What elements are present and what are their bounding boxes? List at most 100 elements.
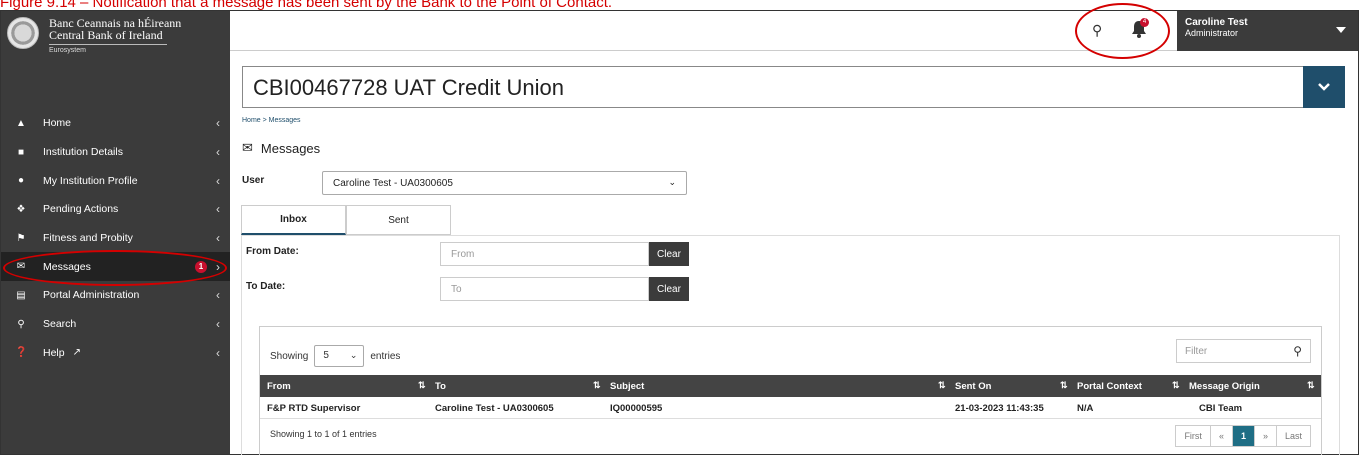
envelope-icon: ✉ (242, 140, 253, 155)
sidebar-item-fitness-and-probity[interactable]: ⚑ Fitness and Probity ‹ (1, 224, 230, 253)
entries-select[interactable]: 5 ⌄ (314, 345, 365, 367)
chevron-left-icon: ‹ (216, 288, 220, 303)
briefcase-icon: ■ (17, 146, 25, 158)
sidebar-item-label: Search (43, 318, 77, 331)
institution-name: CBI00467728 UAT Credit Union (253, 75, 565, 100)
sidebar: Banc Ceannais na hÉireann Central Bank o… (1, 11, 230, 454)
chevron-left-icon: ‹ (216, 231, 220, 246)
table-row[interactable]: F&P RTD Supervisor Caroline Test - UA030… (260, 397, 1321, 419)
message-tabs: Inbox Sent (241, 205, 451, 235)
entries-value: 5 (323, 350, 329, 361)
column-header-message-origin[interactable]: Message Origin (1182, 375, 1260, 397)
sidebar-item-home[interactable]: ▲ Home ‹ (1, 109, 230, 138)
figure-caption: Figure 9.14 – Notification that a messag… (0, 0, 613, 10)
top-bar: ⚲ 4 Caroline Test Administrator (230, 3, 1358, 59)
clear-from-button[interactable]: Clear (649, 242, 689, 266)
pagination: First « 1 » Last (1175, 425, 1311, 447)
user-icon: ● (17, 175, 25, 187)
chevron-left-icon: ‹ (216, 145, 220, 160)
chevron-down-icon: ⌄ (349, 350, 358, 360)
showing-label: Showing (270, 350, 309, 362)
page-title: ✉ Messages (242, 140, 320, 156)
sidebar-item-label: Pending Actions (43, 203, 119, 216)
from-date-input[interactable]: From (440, 242, 649, 266)
from-date-label: From Date: (246, 246, 299, 257)
entries-control: Showing 5 ⌄ entries (270, 345, 400, 367)
entries-label: entries (370, 350, 401, 362)
filter-input[interactable]: Filter ⚲ (1176, 339, 1311, 363)
page-first[interactable]: First (1176, 426, 1211, 446)
table-icon: ▤ (16, 289, 26, 301)
chevron-left-icon: ‹ (216, 317, 220, 332)
app-window: Banc Ceannais na hÉireann Central Bank o… (0, 3, 1359, 455)
user-name: Caroline Test (1185, 17, 1248, 28)
column-header-portal-context[interactable]: Portal Context (1070, 375, 1142, 397)
external-link-icon: ↗ (72, 347, 81, 359)
user-menu[interactable]: Caroline Test Administrator (1177, 11, 1358, 51)
column-header-sent-on[interactable]: Sent On (948, 375, 991, 397)
page-next[interactable]: » (1255, 426, 1277, 446)
cell-message-origin: CBI Team (1199, 402, 1243, 414)
chevron-down-icon (1318, 83, 1330, 91)
to-date-input[interactable]: To (440, 277, 649, 301)
cell-sent-on: 21-03-2023 11:43:35 (955, 402, 1044, 414)
flag-icon: ⚑ (16, 232, 26, 244)
highlight-ellipse-messages (3, 250, 227, 286)
alert-icon: ❖ (16, 203, 26, 215)
institution-dropdown-button[interactable] (1303, 66, 1345, 108)
tab-sent[interactable]: Sent (346, 205, 451, 235)
page-1[interactable]: 1 (1232, 426, 1255, 446)
page-title-text: Messages (260, 140, 321, 156)
user-select-value: Caroline Test - UA0300605 (333, 178, 453, 189)
question-icon: ❓ (15, 347, 28, 359)
cell-to: Caroline Test - UA0300605 (435, 402, 554, 414)
sort-icon[interactable]: ⇅ (1307, 380, 1315, 391)
chevron-left-icon: ‹ (216, 173, 220, 188)
sidebar-item-label: Fitness and Probity (43, 232, 133, 245)
sidebar-item-help[interactable]: ❓ Help ↗ ‹ (1, 339, 230, 368)
cell-from: F&P RTD Supervisor (267, 402, 361, 414)
tab-inbox[interactable]: Inbox (241, 205, 346, 235)
cell-portal-context: N/A (1077, 402, 1094, 414)
table-header: From ⇅ To ⇅ Subject ⇅ Sent On ⇅ Portal C… (260, 375, 1321, 397)
clear-to-button[interactable]: Clear (649, 277, 689, 301)
inbox-panel: From Date: From Clear To Date: To Clear … (241, 235, 1340, 455)
brand-line-3: Eurosystem (49, 47, 86, 54)
search-icon: ⚲ (17, 318, 25, 330)
table-info: Showing 1 to 1 of 1 entries (270, 429, 377, 439)
home-icon: ▲ (16, 117, 26, 129)
page-prev[interactable]: « (1211, 426, 1233, 446)
sidebar-item-my-institution-profile[interactable]: ● My Institution Profile ‹ (1, 166, 230, 195)
chevron-down-icon: ⌄ (668, 177, 676, 187)
sidebar-item-institution-details[interactable]: ■ Institution Details ‹ (1, 138, 230, 167)
to-date-label: To Date: (246, 281, 286, 292)
chevron-left-icon: ‹ (216, 116, 220, 131)
breadcrumb[interactable]: Home > Messages (242, 117, 301, 124)
sidebar-item-label: Help (43, 346, 65, 359)
cbi-seal-logo (7, 17, 39, 49)
sidebar-item-search[interactable]: ⚲ Search ‹ (1, 310, 230, 339)
sidebar-item-label: Portal Administration (43, 289, 140, 302)
sort-icon[interactable]: ⇅ (418, 380, 426, 391)
chevron-left-icon: ‹ (216, 202, 220, 217)
sort-icon[interactable]: ⇅ (1060, 380, 1068, 391)
sidebar-nav: ▲ Home ‹ ■ Institution Details ‹ ● My In… (1, 109, 230, 367)
page-last[interactable]: Last (1277, 426, 1310, 446)
user-select[interactable]: Caroline Test - UA0300605 ⌄ (322, 171, 687, 195)
sidebar-item-pending-actions[interactable]: ❖ Pending Actions ‹ (1, 195, 230, 224)
column-header-to[interactable]: To (428, 375, 446, 397)
column-header-subject[interactable]: Subject (603, 375, 644, 397)
messages-table: Showing 5 ⌄ entries Filter ⚲ From ⇅ To ⇅… (259, 326, 1322, 455)
column-header-from[interactable]: From (260, 375, 291, 397)
sort-icon[interactable]: ⇅ (1172, 380, 1180, 391)
sidebar-item-label: Home (43, 117, 72, 130)
user-role: Administrator (1185, 28, 1239, 38)
caret-down-icon (1336, 27, 1346, 33)
sidebar-item-label: My Institution Profile (43, 174, 138, 187)
institution-selector[interactable]: CBI00467728 UAT Credit Union (242, 66, 1345, 108)
sort-icon[interactable]: ⇅ (593, 380, 601, 391)
brand: Banc Ceannais na hÉireann Central Bank o… (1, 11, 230, 99)
sort-icon[interactable]: ⇅ (938, 380, 946, 391)
highlight-ellipse-notifications (1075, 3, 1170, 59)
brand-line-2: Central Bank of Ireland (49, 28, 163, 42)
